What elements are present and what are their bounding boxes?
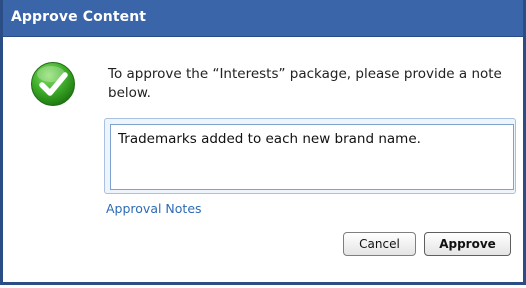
dialog-message: To approve the “Interests” package, plea… [108, 66, 502, 101]
approval-notes-label: Approval Notes [106, 201, 202, 216]
approve-button[interactable]: Approve [424, 232, 511, 256]
approve-content-dialog: Approve Content To approve the “Interest… [0, 0, 526, 285]
check-circle-icon [31, 62, 75, 106]
approval-note-input[interactable]: Trademarks added to each new brand name. [110, 124, 514, 190]
dialog-title: Approve Content [11, 9, 147, 25]
cancel-button[interactable]: Cancel [343, 232, 416, 256]
dialog-titlebar[interactable]: Approve Content [3, 0, 523, 37]
note-field-frame: Trademarks added to each new brand name. [104, 118, 516, 194]
